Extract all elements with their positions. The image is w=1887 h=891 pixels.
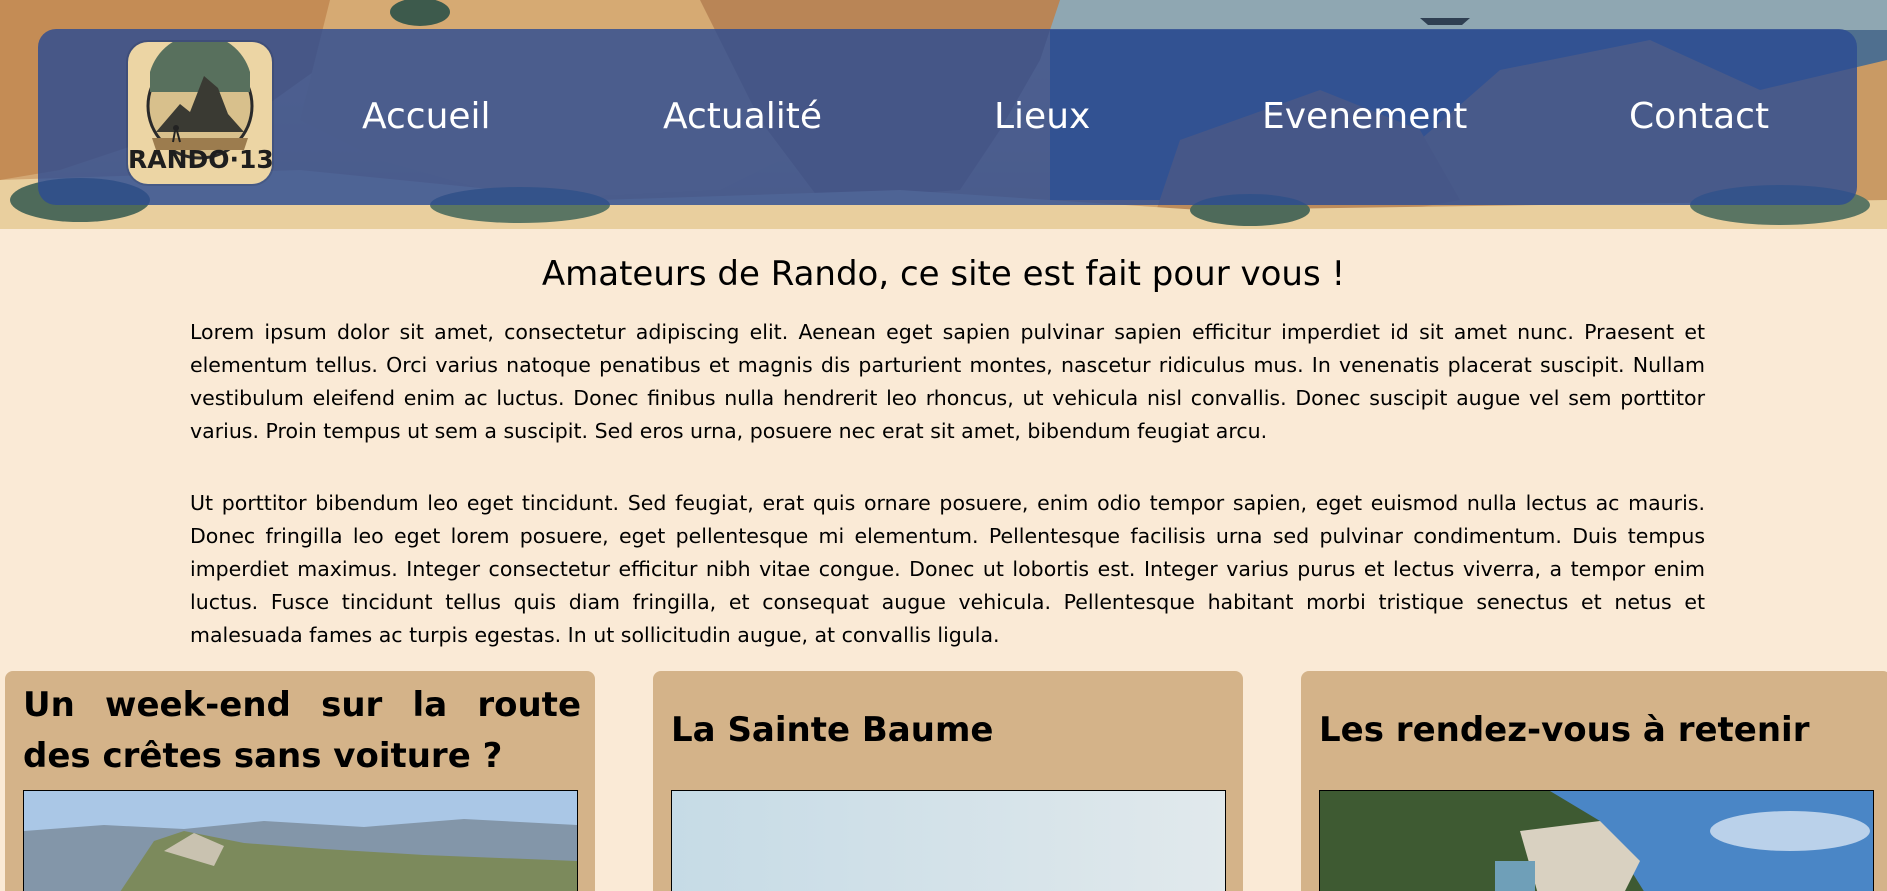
intro-paragraph-1: Lorem ipsum dolor sit amet, consectetur … (190, 320, 1705, 443)
nav-item-lieux[interactable]: Lieux (994, 92, 1090, 142)
nav-item-actualite[interactable]: Actualité (663, 92, 822, 142)
card-title: Les rendez-vous à retenir (1319, 710, 1810, 750)
card-image-cretes[interactable] (23, 790, 578, 891)
intro-paragraph-2: Ut porttitor bibendum leo eget tincidunt… (190, 491, 1705, 647)
card-image-rendez-vous[interactable] (1319, 790, 1874, 891)
page-title: Amateurs de Rando, ce site est fait pour… (541, 254, 1346, 294)
rocky-ridge-photo (24, 791, 577, 891)
card-title: Un week-end sur la route des crêtes sans… (23, 685, 581, 776)
site-logo[interactable]: RANDO·13 (128, 42, 272, 184)
misty-sky-photo (672, 791, 1225, 891)
card-image-sainte-baume[interactable] (671, 790, 1226, 891)
card-title: La Sainte Baume (671, 710, 994, 750)
nav-item-evenement[interactable]: Evenement (1262, 92, 1467, 142)
nav-item-contact[interactable]: Contact (1629, 92, 1769, 142)
card-sainte-baume[interactable]: La Sainte Baume (653, 671, 1243, 891)
logo-text: RANDO·13 (128, 145, 272, 174)
card-route-des-cretes[interactable]: Un week-end sur la route des crêtes sans… (5, 671, 595, 891)
hero-banner: RANDO·13 Accueil Actualité Lieux Eveneme… (0, 0, 1887, 229)
cliff-sky-photo (1320, 791, 1873, 891)
nav-item-accueil[interactable]: Accueil (362, 92, 491, 142)
card-rendez-vous[interactable]: Les rendez-vous à retenir (1301, 671, 1887, 891)
main-navbar (38, 29, 1857, 205)
